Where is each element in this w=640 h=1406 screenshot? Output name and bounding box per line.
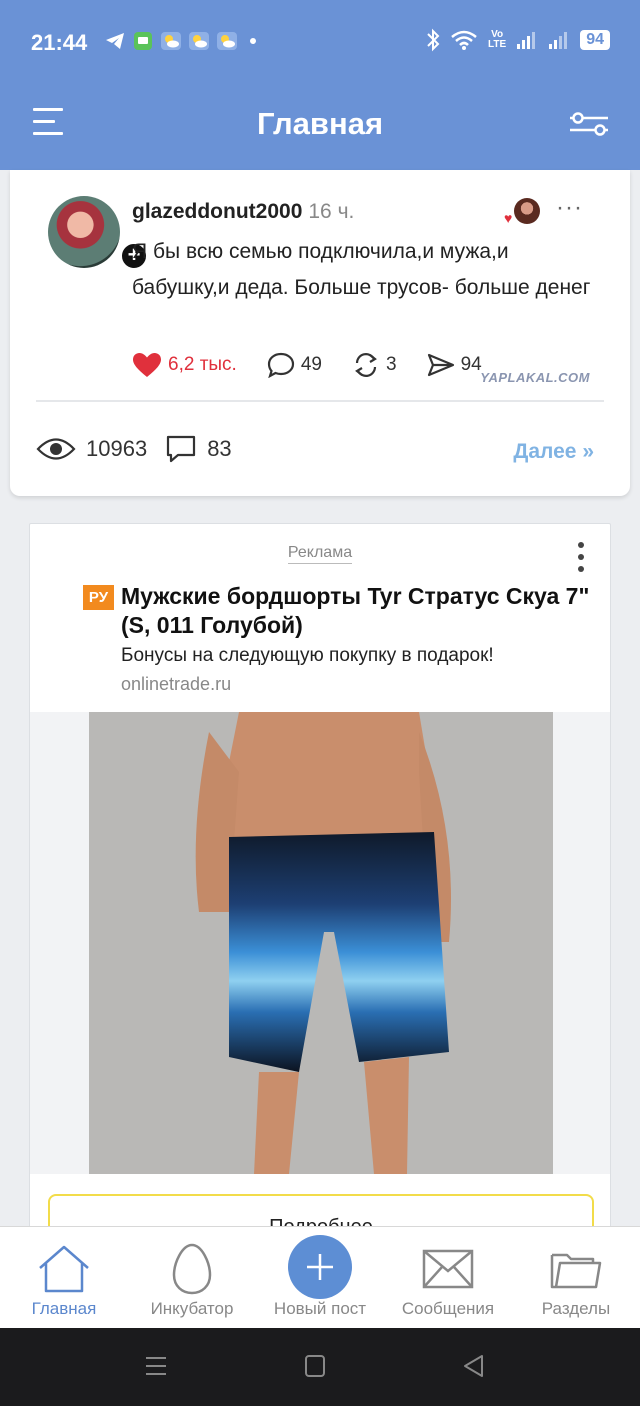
share-count: 94 [460, 354, 482, 375]
weather-icon [188, 30, 210, 52]
envelope-icon [422, 1249, 474, 1289]
recent-apps-icon[interactable] [144, 1354, 168, 1378]
views-stat: 10963 [36, 436, 147, 462]
ad-image-area[interactable] [30, 712, 610, 1174]
home-button-icon[interactable] [304, 1354, 326, 1378]
notification-icons [104, 30, 256, 52]
top-bar: 21:44 Vo LTE 94 Главная [0, 0, 640, 170]
weather-icon [216, 30, 238, 52]
status-time: 21:44 [31, 30, 88, 55]
avatar[interactable] [48, 196, 120, 268]
ad-label: Реклама [30, 544, 610, 564]
more-options-icon[interactable]: ··· [556, 194, 583, 222]
ad-subtitle: Бонусы на следующую покупку в подарок! [121, 645, 494, 666]
system-navigation-bar [0, 1328, 640, 1406]
like-count: 6,2 тыс. [168, 354, 237, 375]
new-post-fab[interactable] [288, 1235, 352, 1299]
comments-total: 83 [207, 436, 232, 461]
nav-new-post[interactable]: Новый пост [256, 1227, 384, 1329]
repost-count: 3 [385, 354, 397, 375]
back-icon[interactable] [462, 1354, 484, 1378]
like-button[interactable]: 6,2 тыс. [132, 352, 237, 378]
ad-more-options-icon[interactable] [578, 542, 586, 578]
nav-sections[interactable]: Разделы [512, 1227, 640, 1329]
nav-sections-label: Разделы [541, 1299, 611, 1318]
comments-stat[interactable]: 83 [165, 434, 232, 464]
folder-icon [550, 1253, 602, 1289]
product-image[interactable] [89, 712, 553, 1174]
repost-button[interactable]: 3 [352, 352, 397, 378]
weather-icon [160, 30, 182, 52]
post-time: 16 ч. [308, 200, 355, 223]
telegram-icon [104, 30, 126, 52]
page-title: Главная [256, 106, 384, 141]
share-button[interactable]: 94 [427, 352, 482, 378]
comment-button[interactable]: 49 [267, 352, 322, 378]
post-stats: 10963 83 [36, 434, 250, 464]
signal-icon [549, 32, 568, 49]
bluetooth-icon [427, 28, 440, 52]
boardshorts-photo [89, 712, 553, 1174]
comment-count: 49 [300, 354, 322, 375]
heart-icon [133, 353, 161, 377]
battery-indicator: 94 [580, 30, 610, 50]
nav-incubator[interactable]: Инкубатор [128, 1227, 256, 1329]
home-icon [39, 1245, 89, 1293]
nav-new-post-label: Новый пост [273, 1299, 367, 1318]
nav-messages-label: Сообщения [401, 1299, 495, 1318]
bottom-navigation: Главная Инкубатор Новый пост Сообщения Р… [0, 1226, 640, 1328]
volte-indicator: Vo LTE [488, 29, 507, 50]
more-notifications-dot [250, 38, 256, 44]
system-icons: Vo LTE 94 [426, 28, 610, 52]
embedded-post: + glazeddonut2000 16 ч. ♥ ··· Я бы всю се… [36, 170, 604, 402]
nav-home[interactable]: Главная [0, 1227, 128, 1329]
post-text: Я бы всю семью подключила,и мужа,и бабуш… [132, 240, 591, 299]
ad-store-logo: РУ [83, 585, 114, 610]
ad-card[interactable]: Реклама РУ Мужские бордшорты Tyr Стратус… [29, 523, 611, 1243]
send-icon [427, 353, 454, 377]
plus-icon [307, 1254, 333, 1280]
read-more-link[interactable]: Далее » [513, 440, 594, 464]
source-watermark: YAPLAKAL.COM [480, 370, 590, 385]
username-text: glazeddonut2000 [132, 200, 303, 223]
ad-domain[interactable]: onlinetrade.ru [121, 674, 231, 695]
liker-avatar [514, 198, 540, 224]
ad-title[interactable]: Мужские бордшорты Tyr Стратус Скуа 7" (S… [121, 582, 591, 640]
eye-icon [36, 438, 76, 460]
status-bar: 21:44 Vo LTE 94 [0, 0, 640, 86]
wifi-icon [451, 30, 477, 50]
chat-app-icon [132, 30, 154, 52]
nav-messages[interactable]: Сообщения [384, 1227, 512, 1329]
views-count: 10963 [86, 436, 148, 461]
comment-icon [167, 435, 196, 463]
nav-incubator-label: Инкубатор [150, 1299, 234, 1318]
post-username[interactable]: glazeddonut2000 16 ч. [132, 200, 354, 224]
heart-icon: ♥ [504, 210, 513, 226]
filter-settings-icon[interactable] [568, 108, 610, 140]
signal-icon [517, 32, 536, 49]
repost-icon [355, 353, 377, 377]
nav-home-label: Главная [31, 1299, 97, 1318]
app-header: Главная [0, 86, 640, 170]
egg-icon [172, 1243, 212, 1295]
ad-label-text: Реклама [287, 544, 353, 564]
comment-bubble-icon [267, 352, 294, 378]
post-card: + glazeddonut2000 16 ч. ♥ ··· Я бы всю се… [10, 170, 630, 496]
